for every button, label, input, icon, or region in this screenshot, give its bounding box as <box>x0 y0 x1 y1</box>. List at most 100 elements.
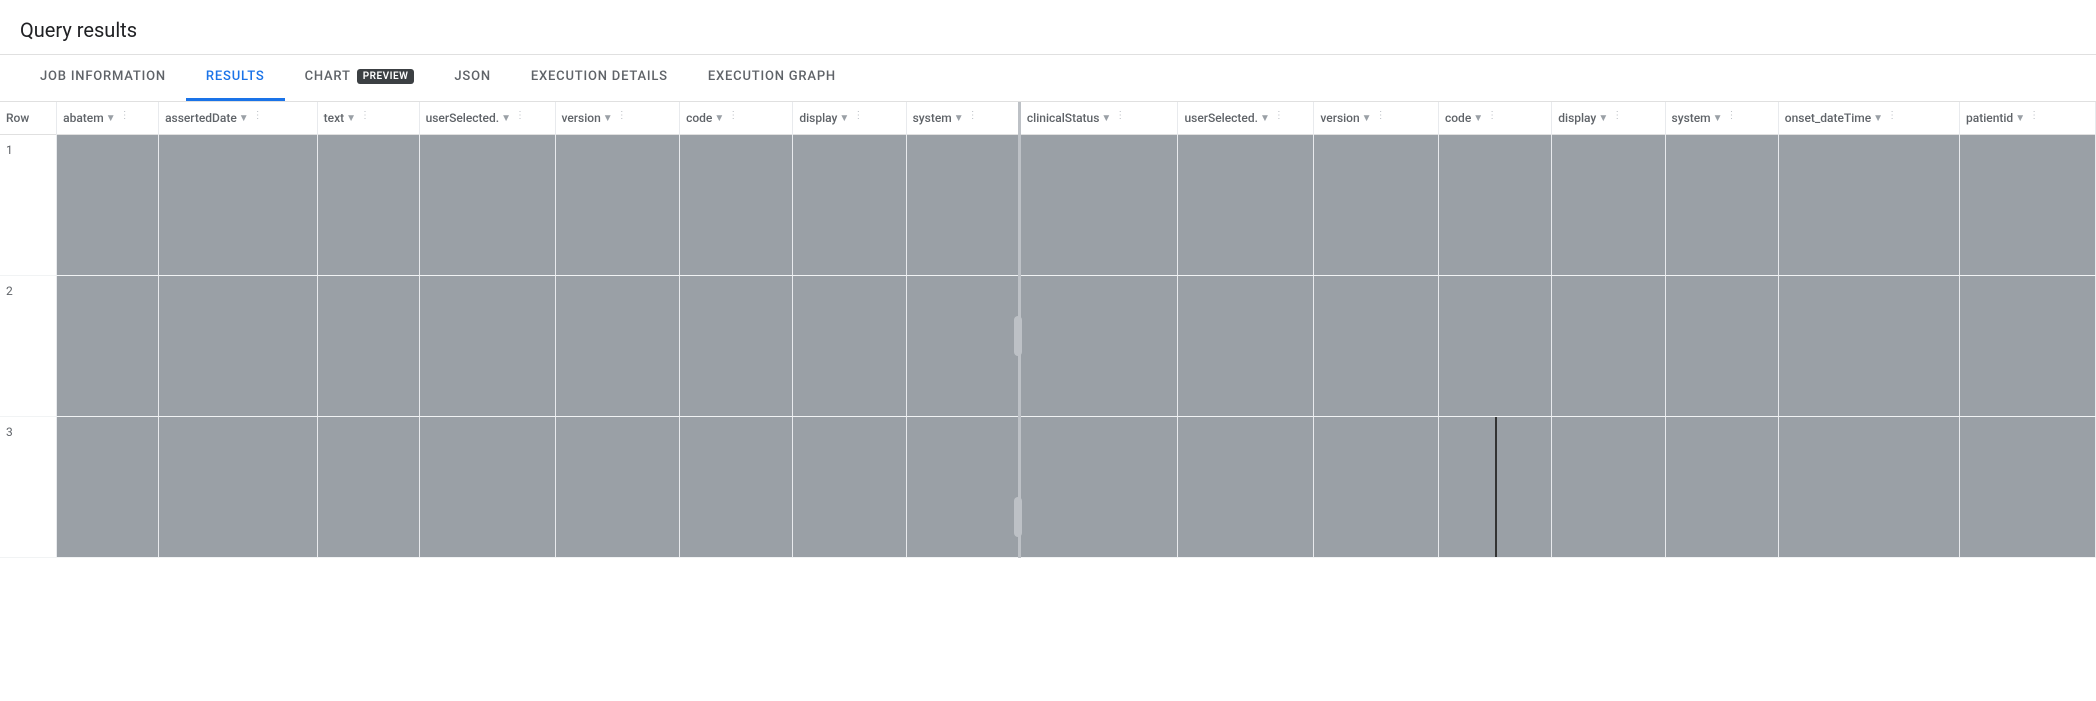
resize-handle-userselected2[interactable]: ⋮ <box>1274 110 1280 126</box>
resize-handle-code1[interactable]: ⋮ <box>728 110 734 126</box>
resize-handle-text[interactable]: ⋮ <box>360 110 366 126</box>
data-cell <box>317 417 419 558</box>
col-header-text[interactable]: text ▼ ⋮ <box>317 102 419 135</box>
cell-content <box>680 135 792 275</box>
cell-content <box>1439 135 1551 275</box>
col-header-system2[interactable]: system ▼ ⋮ <box>1665 102 1778 135</box>
data-cell <box>1778 135 1959 276</box>
resize-handle-display1[interactable]: ⋮ <box>853 110 859 126</box>
col-header-system1[interactable]: system ▼ ⋮ <box>906 102 1019 135</box>
data-cell <box>1665 135 1778 276</box>
data-cell <box>57 135 159 276</box>
sort-icon-asserteddate: ▼ <box>239 113 249 124</box>
data-cell <box>1778 276 1959 417</box>
row-number-cell: 1 <box>0 135 57 276</box>
col-header-version1[interactable]: version ▼ ⋮ <box>555 102 680 135</box>
data-cell <box>1438 135 1551 276</box>
cell-content <box>1178 276 1313 416</box>
cell-content <box>1960 276 2095 416</box>
data-cell <box>906 276 1019 417</box>
tab-execution-graph[interactable]: EXECUTION GRAPH <box>688 55 856 101</box>
col-header-version2[interactable]: version ▼ ⋮ <box>1314 102 1439 135</box>
data-cell <box>1314 276 1439 417</box>
resize-handle-version1[interactable]: ⋮ <box>617 110 623 126</box>
data-cell <box>317 276 419 417</box>
data-cell <box>419 135 555 276</box>
resize-handle-system2[interactable]: ⋮ <box>1727 110 1733 126</box>
tab-json[interactable]: JSON <box>434 55 510 101</box>
col-header-patientid[interactable]: patientid ▼ ⋮ <box>1960 102 2096 135</box>
sort-icon-system2: ▼ <box>1713 113 1723 124</box>
col-header-clinicalstatus[interactable]: clinicalStatus ▼ ⋮ <box>1019 102 1178 135</box>
cell-content <box>57 135 158 275</box>
cell-content <box>420 135 555 275</box>
col-header-userselected2[interactable]: userSelected. ▼ ⋮ <box>1178 102 1314 135</box>
sort-icon-text: ▼ <box>346 113 356 124</box>
col-header-display1[interactable]: display ▼ ⋮ <box>793 102 906 135</box>
resize-handle-version2[interactable]: ⋮ <box>1376 110 1382 126</box>
data-cell <box>1960 417 2096 558</box>
row-number: 2 <box>6 284 13 298</box>
row-number-cell: 3 <box>0 417 57 558</box>
data-cell <box>1314 417 1439 558</box>
cell-content <box>556 417 680 557</box>
data-cell <box>1019 135 1178 276</box>
cell-content <box>1960 135 2095 275</box>
col-header-code2[interactable]: code ▼ ⋮ <box>1438 102 1551 135</box>
data-cell <box>1552 276 1665 417</box>
table-container[interactable]: Row abatem ▼ ⋮ assertedDate ▼ ⋮ <box>0 102 2096 558</box>
cell-content <box>556 276 680 416</box>
tab-chart[interactable]: CHART PREVIEW <box>285 55 435 101</box>
cell-content <box>793 276 905 416</box>
tab-results[interactable]: RESULTS <box>186 55 285 101</box>
resize-handle-asserteddate[interactable]: ⋮ <box>253 110 259 126</box>
cell-content <box>1314 135 1438 275</box>
cell-content <box>1779 135 1959 275</box>
resize-handle-userselected1[interactable]: ⋮ <box>515 110 521 126</box>
col-header-userselected1[interactable]: userSelected. ▼ ⋮ <box>419 102 555 135</box>
cell-content <box>1439 276 1551 416</box>
data-cell <box>680 276 793 417</box>
resize-handle-display2[interactable]: ⋮ <box>1612 110 1618 126</box>
data-cell <box>555 276 680 417</box>
sort-icon-abatem: ▼ <box>106 113 116 124</box>
resize-handle-code2[interactable]: ⋮ <box>1487 110 1493 126</box>
data-cell <box>555 417 680 558</box>
sort-icon-userselected2: ▼ <box>1260 113 1270 124</box>
sort-icon-onset-datetime: ▼ <box>1873 113 1883 124</box>
sort-icon-patientid: ▼ <box>2015 113 2025 124</box>
cell-content <box>907 276 1018 416</box>
cell-content <box>1666 135 1778 275</box>
col-header-asserteddate[interactable]: assertedDate ▼ ⋮ <box>159 102 318 135</box>
cell-content <box>1552 417 1664 557</box>
data-cell <box>906 135 1019 276</box>
data-cell <box>1960 276 2096 417</box>
cell-content <box>420 417 555 557</box>
data-cell <box>1665 417 1778 558</box>
col-header-code1[interactable]: code ▼ ⋮ <box>680 102 793 135</box>
cell-content <box>159 417 317 557</box>
col-header-row: Row <box>0 102 57 135</box>
preview-badge: PREVIEW <box>357 69 415 84</box>
data-cell <box>1178 417 1314 558</box>
cell-content <box>1314 276 1438 416</box>
table-row: 2 <box>0 276 2096 417</box>
data-cell <box>317 135 419 276</box>
resize-handle-patientid[interactable]: ⋮ <box>2029 110 2035 126</box>
tab-job-information[interactable]: JOB INFORMATION <box>20 55 186 101</box>
resize-handle-onset-datetime[interactable]: ⋮ <box>1887 110 1893 126</box>
table-row: 3 <box>0 417 2096 558</box>
data-cell <box>1019 417 1178 558</box>
data-cell <box>57 417 159 558</box>
resize-handle-abatem[interactable]: ⋮ <box>120 110 126 126</box>
sort-icon-display1: ▼ <box>839 113 849 124</box>
col-header-display2[interactable]: display ▼ ⋮ <box>1552 102 1665 135</box>
row-number-cell: 2 <box>0 276 57 417</box>
resize-handle-system1[interactable]: ⋮ <box>968 110 974 126</box>
tab-execution-details[interactable]: EXECUTION DETAILS <box>511 55 688 101</box>
col-header-abatem[interactable]: abatem ▼ ⋮ <box>57 102 159 135</box>
resize-handle-clinicalstatus[interactable]: ⋮ <box>1115 110 1121 126</box>
cell-content <box>1178 135 1313 275</box>
col-header-onset-datetime[interactable]: onset_dateTime ▼ ⋮ <box>1778 102 1959 135</box>
sort-icon-code2: ▼ <box>1473 113 1483 124</box>
